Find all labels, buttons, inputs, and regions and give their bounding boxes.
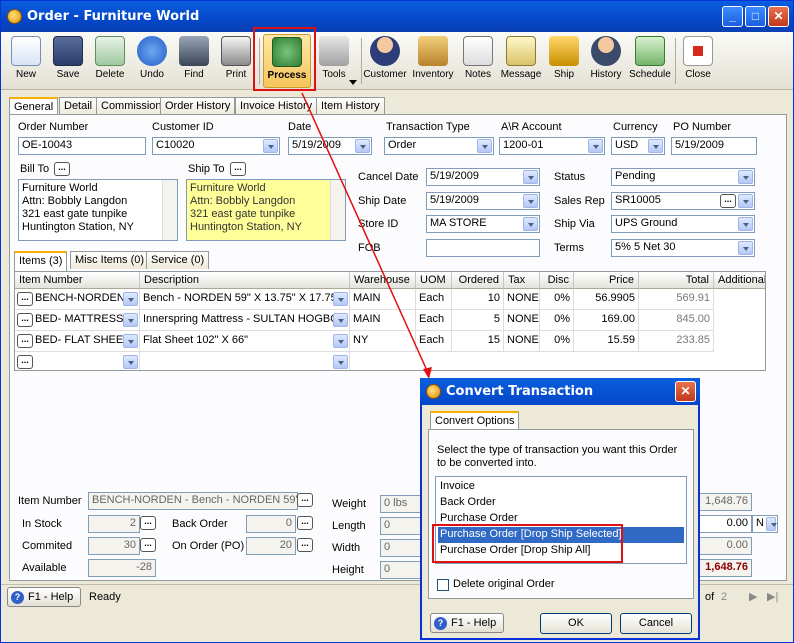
convert-transaction-dialog: Convert Transaction ✕ Convert Options Se… (420, 378, 700, 640)
list-item[interactable]: Back Order (438, 495, 684, 511)
cancel-button[interactable]: Cancel (620, 613, 692, 634)
dialog-title-bar: Convert Transaction ✕ (420, 378, 700, 405)
dialog-close-button[interactable]: ✕ (675, 381, 696, 402)
ok-button[interactable]: OK (540, 613, 612, 634)
dialog-prompt: Select the type of transaction you want … (437, 444, 678, 469)
dialog-app-icon (426, 384, 441, 399)
dialog-title: Convert Transaction (446, 384, 594, 399)
list-item[interactable]: Invoice (438, 479, 684, 495)
tab-convert-options[interactable]: Convert Options (430, 411, 520, 431)
delete-original-label: Delete original Order (453, 578, 555, 590)
drop-ship-highlight-box (432, 524, 623, 563)
convert-options-panel: Select the type of transaction you want … (428, 429, 694, 599)
delete-original-checkbox[interactable] (437, 579, 449, 591)
dialog-help-button[interactable]: ? F1 - Help (430, 613, 504, 633)
order-window: Order - Furniture World _ □ ✕ New Save D… (0, 0, 794, 643)
help-icon: ? (434, 617, 447, 630)
close-icon: ✕ (680, 384, 691, 398)
